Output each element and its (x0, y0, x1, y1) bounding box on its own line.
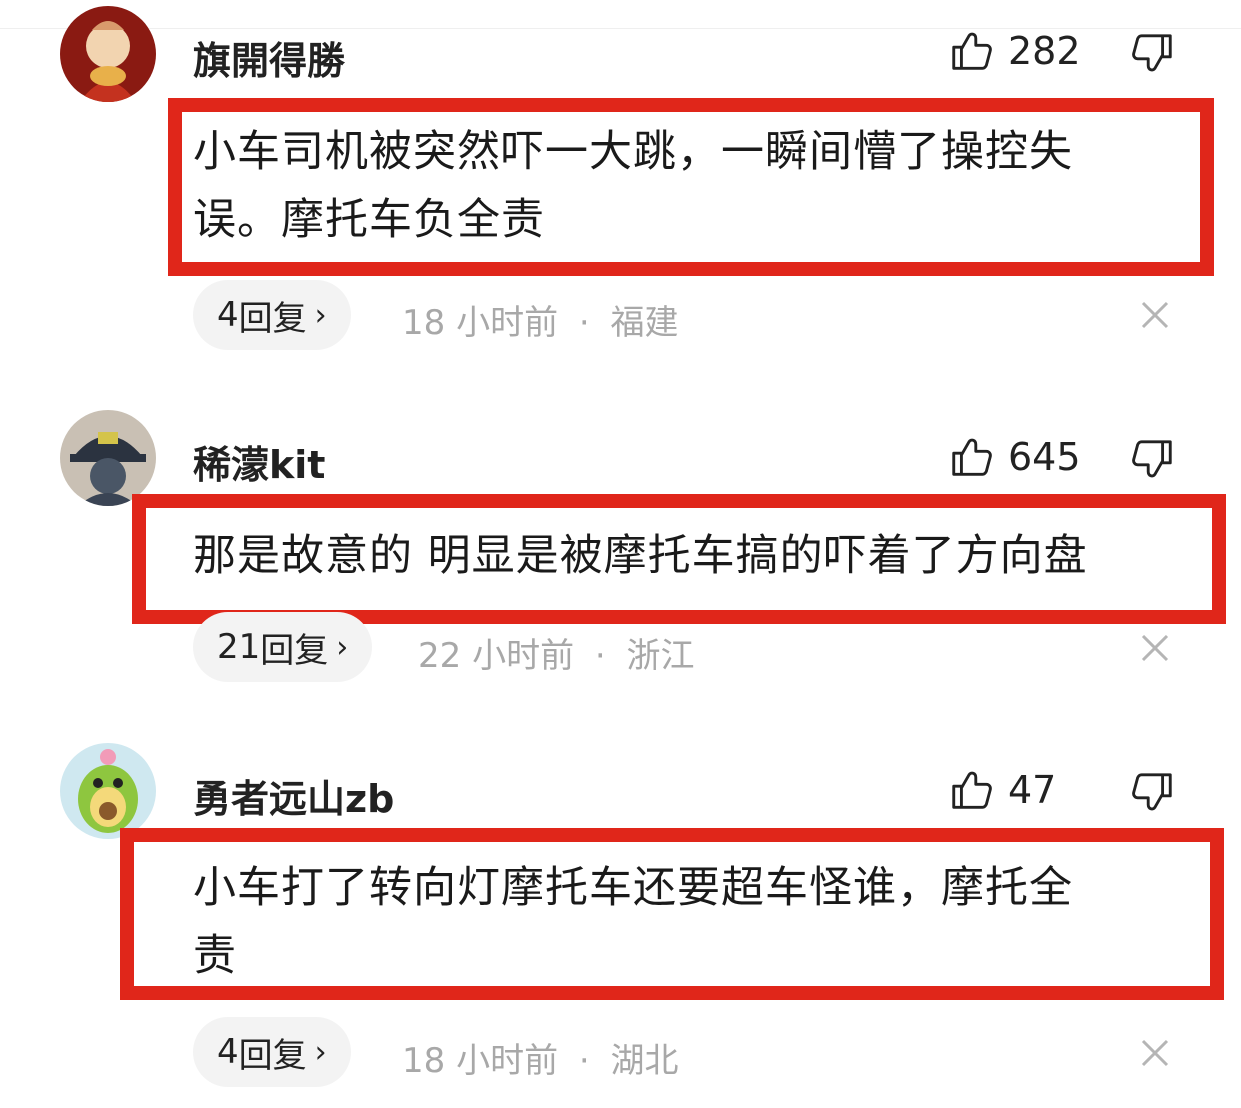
chevron-right-icon: › (314, 297, 327, 333)
like-count: 282 (1008, 29, 1081, 73)
reply-count: 4 (217, 295, 239, 335)
separator: · (594, 636, 606, 676)
avatar[interactable] (60, 743, 156, 839)
like-count: 47 (1008, 768, 1057, 812)
comment-line: 那是故意的 明显是被摩托车搞的吓着了方向盘 (193, 531, 1088, 581)
thumbs-up-icon (952, 438, 992, 476)
separator: · (578, 303, 590, 343)
close-icon[interactable] (1140, 1038, 1170, 1068)
comment-line: 责 (193, 931, 237, 981)
timestamp: 18 小时前 (402, 1041, 559, 1081)
close-icon[interactable] (1140, 300, 1170, 330)
like-button[interactable]: 282 (948, 28, 1081, 74)
reply-label: 回复 (238, 1035, 307, 1076)
comment-text: 小车打了转向灯摩托车还要超车怪谁，摩托全 责 (193, 854, 1073, 990)
username[interactable]: 旗開得勝 (193, 30, 345, 85)
comment-line: 小车司机被突然吓一大跳，一瞬间懵了操控失 (193, 127, 1073, 177)
comment-meta: 18 小时前 · 福建 (402, 295, 679, 344)
thumbs-up-icon (952, 771, 992, 809)
location: 湖北 (610, 1041, 679, 1081)
thumbs-down-icon[interactable] (1130, 769, 1176, 815)
like-count: 645 (1008, 435, 1081, 479)
like-button[interactable]: 645 (948, 434, 1081, 480)
separator: · (578, 1041, 590, 1081)
comment-text: 小车司机被突然吓一大跳，一瞬间懵了操控失 误。摩托车负全责 (193, 118, 1073, 254)
avatar[interactable] (60, 410, 156, 506)
reply-label: 回复 (260, 630, 329, 671)
reply-count: 21 (217, 627, 261, 667)
avatar[interactable] (60, 6, 156, 102)
replies-button[interactable]: 4 回复 › (193, 280, 351, 350)
close-icon[interactable] (1140, 633, 1170, 663)
comment-line: 误。摩托车负全责 (193, 195, 545, 245)
replies-button[interactable]: 4 回复 › (193, 1017, 351, 1087)
thumbs-down-icon[interactable] (1130, 30, 1176, 76)
reply-count: 4 (217, 1032, 239, 1072)
like-button[interactable]: 47 (948, 767, 1056, 813)
username[interactable]: 稀濛kit (193, 434, 325, 489)
thumbs-down-icon[interactable] (1130, 436, 1176, 482)
timestamp: 22 小时前 (418, 636, 575, 676)
comment-meta: 22 小时前 · 浙江 (418, 628, 695, 677)
location: 浙江 (626, 636, 695, 676)
thumbs-up-icon (952, 32, 992, 70)
location: 福建 (610, 303, 679, 343)
comment-line: 小车打了转向灯摩托车还要超车怪谁，摩托全 (193, 863, 1073, 913)
timestamp: 18 小时前 (402, 303, 559, 343)
comment-text: 那是故意的 明显是被摩托车搞的吓着了方向盘 (193, 522, 1088, 590)
reply-label: 回复 (238, 298, 307, 339)
chevron-right-icon: › (336, 629, 349, 665)
replies-button[interactable]: 21 回复 › (193, 612, 373, 682)
username[interactable]: 勇者远山zb (193, 768, 394, 823)
chevron-right-icon: › (314, 1034, 327, 1070)
comment-meta: 18 小时前 · 湖北 (402, 1033, 679, 1082)
